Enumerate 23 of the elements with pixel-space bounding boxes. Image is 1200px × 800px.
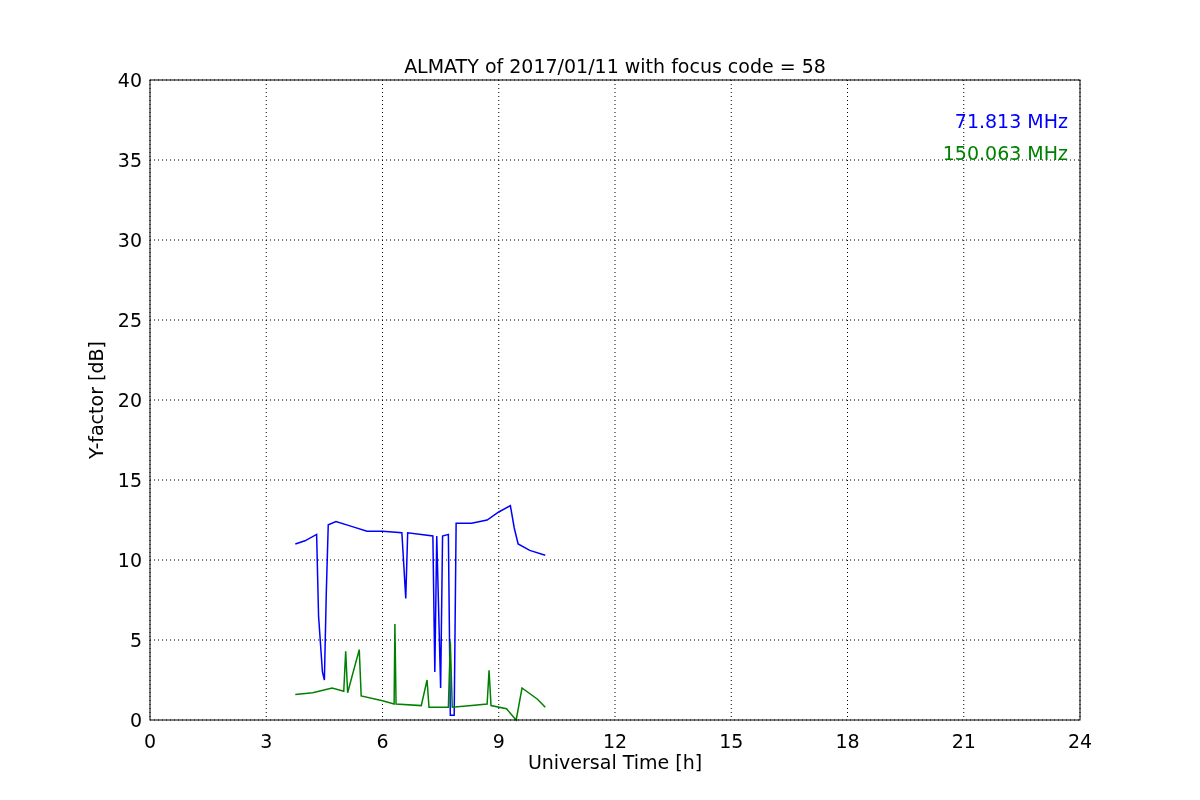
tick-label: 9 [492,730,505,752]
tick-label: 3 [260,730,273,752]
tick-label: 6 [376,730,389,752]
tick-label: 18 [835,730,860,752]
legend-label: 71.813 MHz [954,110,1068,132]
x-axis-label: Universal Time [h] [527,751,703,773]
tick-label: 35 [117,149,142,171]
chart-title: ALMATY of 2017/01/11 with focus code = 58 [404,55,826,77]
tick-label: 5 [129,629,142,651]
y-axis-label: Y-factor [dB] [85,341,107,459]
tick-label: 40 [117,69,142,91]
tick-label: 30 [117,229,142,251]
tick-label: 20 [117,389,142,411]
legend-label: 150.063 MHz [942,142,1068,164]
tick-label: 15 [719,730,744,752]
tick-label: 24 [1067,730,1093,752]
tick-label: 21 [951,730,976,752]
tick-label: 0 [129,709,142,731]
tick-label: 0 [143,730,157,752]
tick-label: 15 [117,469,142,491]
tick-label: 12 [602,730,628,752]
tick-label: 25 [117,309,142,331]
tick-label: 10 [117,549,142,571]
